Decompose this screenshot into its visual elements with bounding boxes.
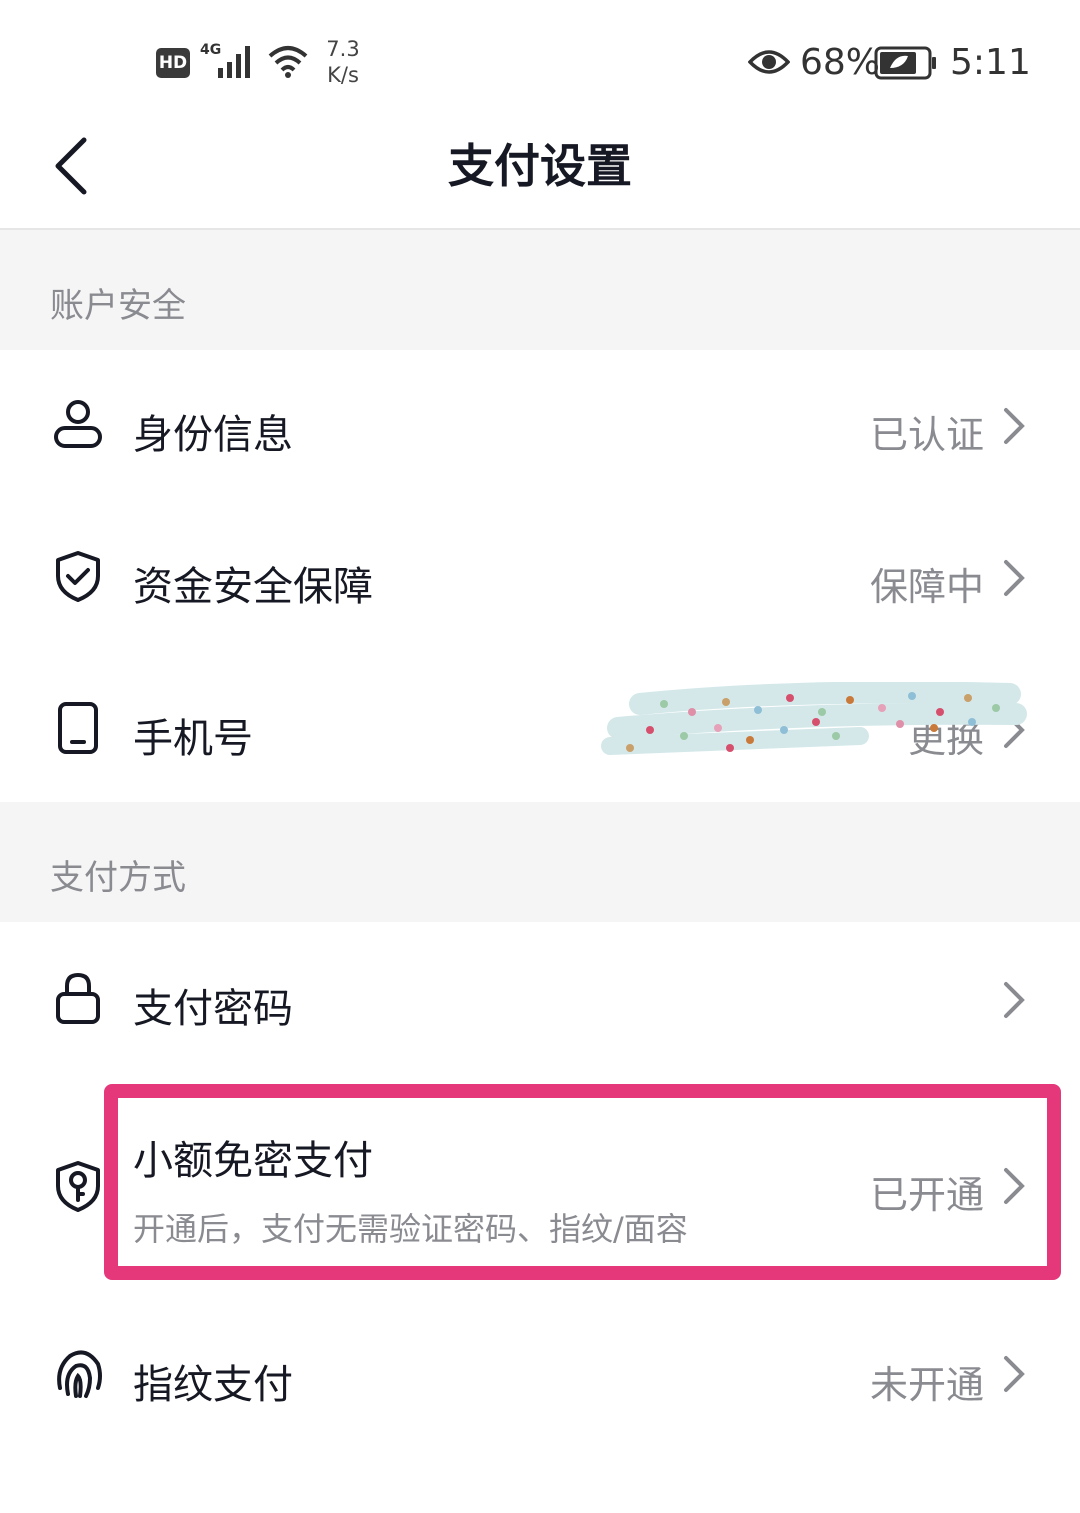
row-label: 资金安全保障 [133,564,373,610]
shield-key-icon [56,1161,100,1212]
section-header-payment-methods: 支付方式 [0,802,1080,922]
row-pay-password[interactable]: 支付密码 [0,922,1080,1074]
row-value: 保障中 [869,565,984,609]
speed-unit: K/s [327,63,359,87]
fingerprint-icon [57,1350,102,1398]
chevron-right-icon [1004,560,1025,596]
page-title: 支付设置 [448,139,632,193]
nav-bar: 支付设置 [0,120,1080,230]
wifi-icon [268,46,308,78]
redaction-scribble [601,682,1027,755]
speed-value: 7.3 [326,37,360,61]
section-title: 账户安全 [50,286,186,326]
status-bar: HD 4G 7.3 K/s 68% 5:11 [0,0,1080,120]
row-label: 支付密码 [133,986,293,1032]
battery-icon [874,46,936,80]
row-label: 身份信息 [133,412,293,458]
phone-icon [58,702,98,754]
row-value: 已认证 [869,413,984,457]
lock-icon [56,972,100,1024]
chevron-right-icon [1004,982,1025,1018]
battery-percent: 68% [800,42,881,83]
clock: 5:11 [950,42,1031,83]
row-identity[interactable]: 身份信息 已认证 [0,350,1080,502]
person-icon [54,400,102,448]
highlight-box [104,1084,1061,1280]
hd-badge: HD [156,48,190,78]
row-label: 指纹支付 [133,1362,293,1408]
section-header-account-security: 账户安全 [0,230,1080,350]
chevron-right-icon [1004,408,1025,444]
section-title: 支付方式 [50,858,186,898]
signal-icon [218,46,250,78]
eye-icon [748,50,790,74]
row-label: 手机号 [133,716,253,762]
shield-check-icon [56,551,100,602]
network-speed: 7.3 K/s [318,36,368,88]
row-fingerprint[interactable]: 指纹支付 未开通 [0,1296,1080,1456]
row-value: 未开通 [869,1363,984,1407]
chevron-right-icon [1004,1356,1025,1392]
row-fund-security[interactable]: 资金安全保障 保障中 [0,502,1080,652]
